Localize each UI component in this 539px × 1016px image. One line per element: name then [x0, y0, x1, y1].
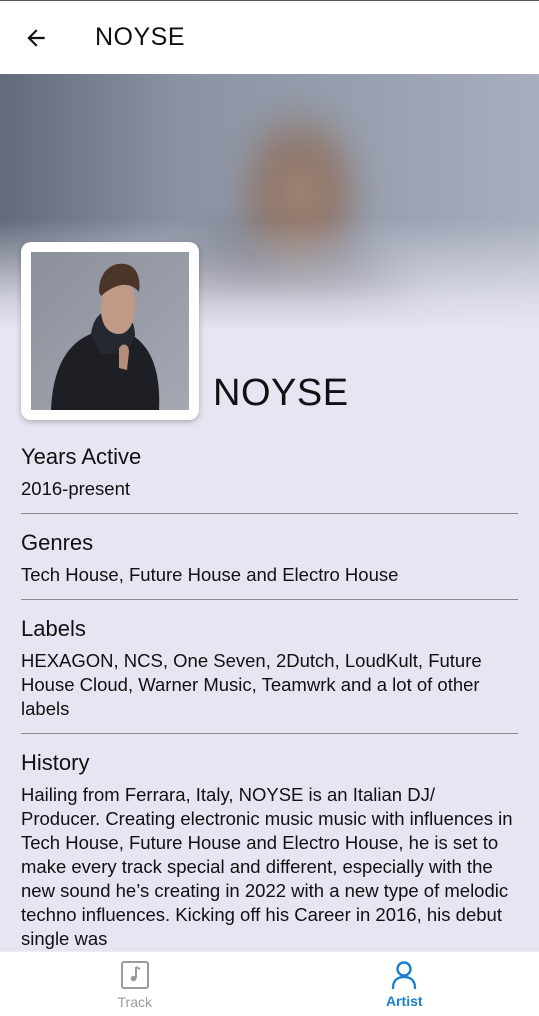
nav-item-track[interactable]: Track [0, 952, 270, 1016]
bottom-navigation: Track Artist [0, 951, 539, 1016]
nav-label-track: Track [117, 993, 152, 1010]
back-button[interactable] [0, 1, 72, 74]
section-title: Years Active [21, 444, 142, 469]
music-note-icon [120, 960, 149, 989]
section-title: Genres [21, 530, 94, 555]
section-title: History [21, 750, 90, 775]
genres-value: Tech House, Future House and Electro Hou… [21, 564, 399, 585]
person-icon [392, 960, 417, 989]
nav-item-artist[interactable]: Artist [270, 952, 539, 1016]
artist-photo [31, 252, 189, 410]
app-bar: NOYSE [0, 1, 539, 74]
history-section: History Hailing from Ferrara, Italy, NOY… [21, 746, 518, 963]
years-active-value: 2016-present [21, 478, 131, 499]
history-value: Hailing from Ferrara, Italy, NOYSE is an… [21, 784, 513, 949]
years-active-section: Years Active 2016-present [21, 440, 518, 514]
page-title: NOYSE [95, 23, 186, 51]
nav-label-artist: Artist [385, 992, 423, 1009]
arrow-left-icon [27, 28, 45, 47]
labels-section: Labels HEXAGON, NCS, One Seven, 2Dutch, … [21, 612, 518, 734]
artist-name: NOYSE [213, 372, 349, 414]
artist-avatar [21, 242, 199, 420]
genres-section: Genres Tech House, Future House and Elec… [21, 526, 518, 600]
section-title: Labels [21, 616, 86, 641]
artist-details: Years Active 2016-present Genres Tech Ho… [21, 440, 518, 975]
labels-value: HEXAGON, NCS, One Seven, 2Dutch, LoudKul… [21, 650, 482, 719]
